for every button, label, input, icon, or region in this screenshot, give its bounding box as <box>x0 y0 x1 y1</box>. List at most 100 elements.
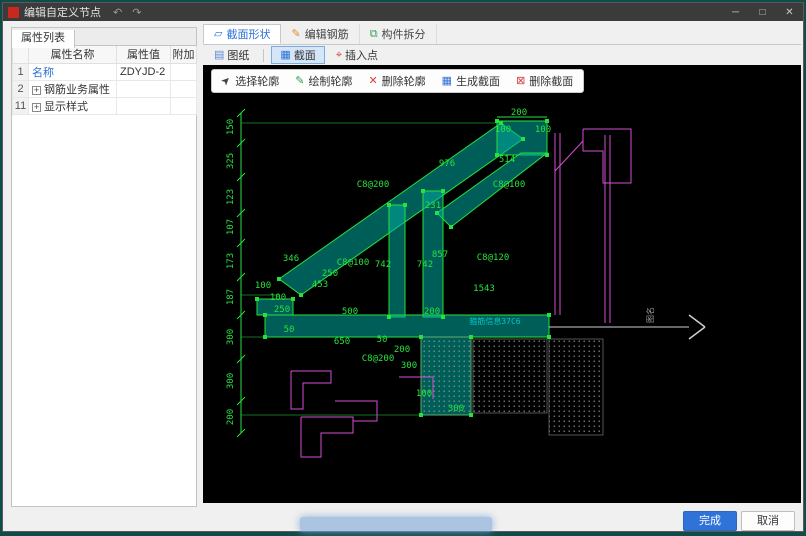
dimension-label: C8@100 <box>493 180 526 190</box>
grip-handle[interactable] <box>441 189 445 193</box>
grip-handle[interactable] <box>419 335 423 339</box>
property-name-label: 显示样式 <box>44 101 88 113</box>
grip-handle[interactable] <box>421 189 425 193</box>
rebar-line <box>335 401 377 421</box>
dimension-label: 250 <box>322 269 338 279</box>
grip-handle[interactable] <box>419 413 423 417</box>
finish-button[interactable]: 完成 <box>683 511 737 531</box>
grip-handle[interactable] <box>263 313 267 317</box>
section-shape-icon: ▱ <box>214 29 222 40</box>
background-toast-glow <box>300 517 492 532</box>
grip-handle[interactable] <box>263 335 267 339</box>
dimension-label: 箍筋信息37C6 <box>469 316 520 326</box>
grip-handle[interactable] <box>469 413 473 417</box>
cancel-button[interactable]: 取消 <box>741 511 795 531</box>
grip-handle[interactable] <box>545 153 549 157</box>
property-value[interactable]: ZDYJD-2 <box>117 63 171 80</box>
dimension-label: 650 <box>334 337 350 347</box>
grip-handle[interactable] <box>387 315 391 319</box>
insert-point-icon: ⌖ <box>336 50 342 61</box>
undo-icon[interactable]: ↶ <box>113 6 122 19</box>
property-name: 名称 <box>29 63 117 80</box>
section-polygon[interactable] <box>389 205 405 317</box>
grip-handle[interactable] <box>387 203 391 207</box>
tab-label: 构件拆分 <box>382 26 426 42</box>
grip-handle[interactable] <box>291 297 295 301</box>
grip-handle[interactable] <box>441 315 445 319</box>
minimize-button[interactable]: ─ <box>722 3 749 21</box>
row-number: 2 <box>13 80 29 97</box>
screen: 编辑自定义节点 ↶ ↷ ─ □ ✕ 属性列表 属性名称 属性值 <box>0 0 806 536</box>
table-row-name[interactable]: 1 名称 ZDYJD-2 <box>13 63 197 80</box>
grip-handle[interactable] <box>547 313 551 317</box>
rebar-line <box>555 141 583 171</box>
section-icon: ▦ <box>280 50 290 61</box>
main-tabbar: ▱ 截面形状 ✎ 编辑钢筋 ⧉ 构件拆分 <box>203 25 801 45</box>
dimension-label: 100 <box>416 389 432 399</box>
col-header-extra: 附加 <box>171 46 197 63</box>
grip-handle[interactable] <box>449 225 453 229</box>
section-button[interactable]: ▦ 截面 <box>271 46 324 64</box>
redo-icon[interactable]: ↷ <box>132 6 141 19</box>
dimension-label: 100 <box>270 293 286 303</box>
grip-handle[interactable] <box>403 203 407 207</box>
dimension-label: 346 <box>283 254 299 264</box>
tab-component-split[interactable]: ⧉ 构件拆分 <box>360 24 437 44</box>
grip-handle[interactable] <box>299 293 303 297</box>
dimension-label: 453 <box>312 280 328 290</box>
col-header-value: 属性值 <box>117 46 171 63</box>
property-name-label: 钢筋业务属性 <box>44 84 110 96</box>
dimension-label: 50 <box>284 325 295 335</box>
expand-icon[interactable]: + <box>32 86 41 95</box>
dimension-label: 857 <box>432 250 448 260</box>
grip-handle[interactable] <box>545 119 549 123</box>
select-outline-button[interactable]: ➤ 选择轮廓 <box>214 71 287 91</box>
cad-canvas[interactable]: 200100100976514C8@200C8@100231857C8@120C… <box>203 65 801 503</box>
expand-icon[interactable]: + <box>32 103 41 112</box>
property-panel-header: 属性列表 <box>12 28 196 46</box>
col-header-num <box>13 46 29 63</box>
title-bar[interactable]: 编辑自定义节点 ↶ ↷ ─ □ ✕ <box>3 3 803 21</box>
dimension-label: 图名 <box>645 307 655 323</box>
drawing-sheet-button[interactable]: ▤ 图纸 <box>205 46 258 64</box>
maximize-button[interactable]: □ <box>749 3 776 21</box>
dimension-label: 50 <box>377 335 388 345</box>
dimension-label: 231 <box>425 201 441 211</box>
rebar-line <box>291 371 331 409</box>
property-extra <box>171 80 197 97</box>
canvas-tool-label: 删除轮廓 <box>382 73 426 89</box>
draw-outline-button[interactable]: ✎ 绘制轮廓 <box>287 71 360 91</box>
delete-outline-button[interactable]: ✕ 删除轮廓 <box>360 71 433 91</box>
canvas-floating-toolbar: ➤ 选择轮廓 ✎ 绘制轮廓 ✕ 删除轮廓 ▦ 生成截面 ⊠ 删除截面 <box>211 69 584 93</box>
grip-handle[interactable] <box>469 335 473 339</box>
property-extra <box>171 63 197 80</box>
tab-edit-rebar[interactable]: ✎ 编辑钢筋 <box>281 24 359 44</box>
property-panel: 属性列表 属性名称 属性值 附加 1 名称 ZDYJD-2 <box>11 27 197 507</box>
grip-handle[interactable] <box>521 137 525 141</box>
grip-handle[interactable] <box>435 211 439 215</box>
insert-point-button[interactable]: ⌖ 插入点 <box>327 46 387 64</box>
delete-section-icon: ⊠ <box>516 76 525 87</box>
col-header-name: 属性名称 <box>29 46 117 63</box>
tab-section-shape[interactable]: ▱ 截面形状 <box>203 24 281 44</box>
edit-rebar-icon: ✎ <box>291 29 300 40</box>
grip-handle[interactable] <box>495 119 499 123</box>
table-row-rebar-props[interactable]: 2 +钢筋业务属性 <box>13 80 197 97</box>
dimension-label-vertical: 173 <box>226 253 236 269</box>
grip-handle[interactable] <box>277 277 281 281</box>
property-value <box>117 97 171 114</box>
grip-handle[interactable] <box>255 297 259 301</box>
delete-section-button[interactable]: ⊠ 删除截面 <box>508 71 581 91</box>
table-row-display-style[interactable]: 11 +显示样式 <box>13 97 197 114</box>
property-name: +钢筋业务属性 <box>29 80 117 97</box>
dimension-label-vertical: 300 <box>226 373 236 389</box>
toolbar-label: 截面 <box>294 47 316 63</box>
sheet-icon: ▤ <box>214 50 224 61</box>
canvas-svg[interactable]: 200100100976514C8@200C8@100231857C8@120C… <box>203 65 801 503</box>
section-toolbar: ▤ 图纸 ▦ 截面 ⌖ 插入点 <box>203 45 801 65</box>
generate-section-button[interactable]: ▦ 生成截面 <box>434 71 508 91</box>
dimension-label-vertical: 200 <box>226 409 236 425</box>
grip-handle[interactable] <box>547 335 551 339</box>
close-button[interactable]: ✕ <box>776 3 803 21</box>
toolbar-label: 图纸 <box>227 47 249 63</box>
